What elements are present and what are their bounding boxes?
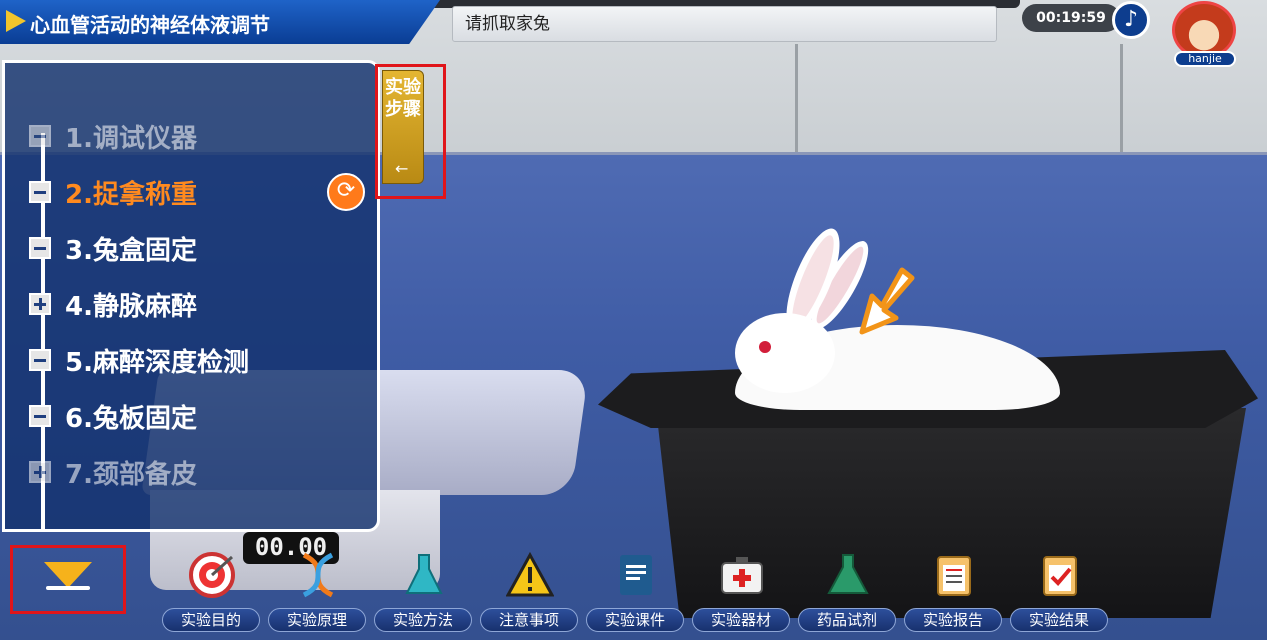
toolbar-item-equipment[interactable]: 实验器材 bbox=[688, 548, 794, 636]
report-clipboard-icon bbox=[928, 550, 980, 600]
warning-icon bbox=[504, 550, 556, 600]
highlight-box bbox=[375, 64, 446, 199]
toolbar-label: 药品试剂 bbox=[798, 608, 896, 632]
rabbit-head bbox=[735, 313, 835, 393]
dna-icon bbox=[292, 550, 344, 600]
step-label: 6.兔板固定 bbox=[65, 403, 197, 434]
flask-icon bbox=[398, 550, 450, 600]
toolbar-label: 实验课件 bbox=[586, 608, 684, 632]
toolbar-item-method[interactable]: 实验方法 bbox=[370, 548, 476, 636]
collapse-icon[interactable] bbox=[29, 349, 51, 371]
target-icon bbox=[186, 550, 238, 600]
pointer-arrow-icon bbox=[859, 267, 915, 335]
step-label: 7.颈部备皮 bbox=[65, 459, 197, 490]
result-clipboard-icon bbox=[1034, 550, 1086, 600]
step-item-3[interactable]: 3.兔盒固定 bbox=[29, 229, 197, 267]
tile-seam bbox=[1120, 44, 1123, 156]
toolbar-item-report[interactable]: 实验报告 bbox=[900, 548, 1006, 636]
step-label: 5.麻醉深度检测 bbox=[65, 347, 249, 378]
reagent-flask-icon bbox=[822, 550, 874, 600]
collapse-icon[interactable] bbox=[29, 181, 51, 203]
app-title: 心血管活动的神经体液调节 bbox=[30, 13, 270, 37]
user-avatar[interactable]: hanjie bbox=[1170, 1, 1242, 67]
toolbar-label: 实验结果 bbox=[1010, 608, 1108, 632]
toolbar-label: 实验报告 bbox=[904, 608, 1002, 632]
step-label: 3.兔盒固定 bbox=[65, 235, 197, 266]
toolbar-item-notes[interactable]: 注意事项 bbox=[476, 548, 582, 636]
collapse-icon[interactable] bbox=[29, 405, 51, 427]
refresh-icon[interactable]: ⟳ bbox=[327, 173, 365, 211]
music-note-icon[interactable]: ♪ bbox=[1112, 1, 1150, 39]
expand-icon[interactable] bbox=[29, 293, 51, 315]
step-item-7[interactable]: 7.颈部备皮 bbox=[29, 453, 197, 491]
toolbar-item-principle[interactable]: 实验原理 bbox=[264, 548, 370, 636]
step-label: 4.静脉麻醉 bbox=[65, 291, 197, 322]
title-bar: 心血管活动的神经体液调节 bbox=[0, 0, 440, 44]
collapse-icon[interactable] bbox=[29, 125, 51, 147]
toolbar-label: 实验目的 bbox=[162, 608, 260, 632]
first-aid-kit-icon bbox=[716, 550, 768, 600]
rabbit-eye bbox=[759, 341, 771, 353]
tile-seam bbox=[795, 44, 798, 156]
instruction-text: 请抓取家兔 bbox=[452, 6, 997, 42]
toolbar-label: 实验原理 bbox=[268, 608, 366, 632]
username: hanjie bbox=[1174, 51, 1236, 67]
toolbar-label: 实验器材 bbox=[692, 608, 790, 632]
step-item-4[interactable]: 4.静脉麻醉 bbox=[29, 285, 197, 323]
book-icon bbox=[610, 550, 662, 600]
toolbar-item-results[interactable]: 实验结果 bbox=[1006, 548, 1112, 636]
step-item-2[interactable]: 2.捉拿称重 bbox=[29, 173, 197, 211]
expand-icon[interactable] bbox=[29, 461, 51, 483]
step-item-1[interactable]: 1.调试仪器 bbox=[29, 117, 197, 155]
highlight-box bbox=[10, 545, 126, 614]
toolbar-item-courseware[interactable]: 实验课件 bbox=[582, 548, 688, 636]
toolbar-label: 实验方法 bbox=[374, 608, 472, 632]
step-item-6[interactable]: 6.兔板固定 bbox=[29, 397, 197, 435]
play-arrow-icon bbox=[6, 10, 26, 32]
step-label: 2.捉拿称重 bbox=[65, 179, 197, 210]
steps-panel: 1.调试仪器 2.捉拿称重 ⟳ 3.兔盒固定 4.静脉麻醉 5.麻醉深度检测 6… bbox=[2, 60, 380, 532]
bottom-toolbar: 实验目的 实验原理 实验方法 注意事项 实验课件 实验器材 药品试剂 实验报告 … bbox=[158, 548, 1118, 640]
step-item-5[interactable]: 5.麻醉深度检测 bbox=[29, 341, 249, 379]
timer: 00:19:59 bbox=[1022, 4, 1120, 32]
toolbar-item-purpose[interactable]: 实验目的 bbox=[158, 548, 264, 636]
step-label: 1.调试仪器 bbox=[65, 123, 197, 154]
collapse-icon[interactable] bbox=[29, 237, 51, 259]
toolbar-item-reagents[interactable]: 药品试剂 bbox=[794, 548, 900, 636]
toolbar-label: 注意事项 bbox=[480, 608, 578, 632]
